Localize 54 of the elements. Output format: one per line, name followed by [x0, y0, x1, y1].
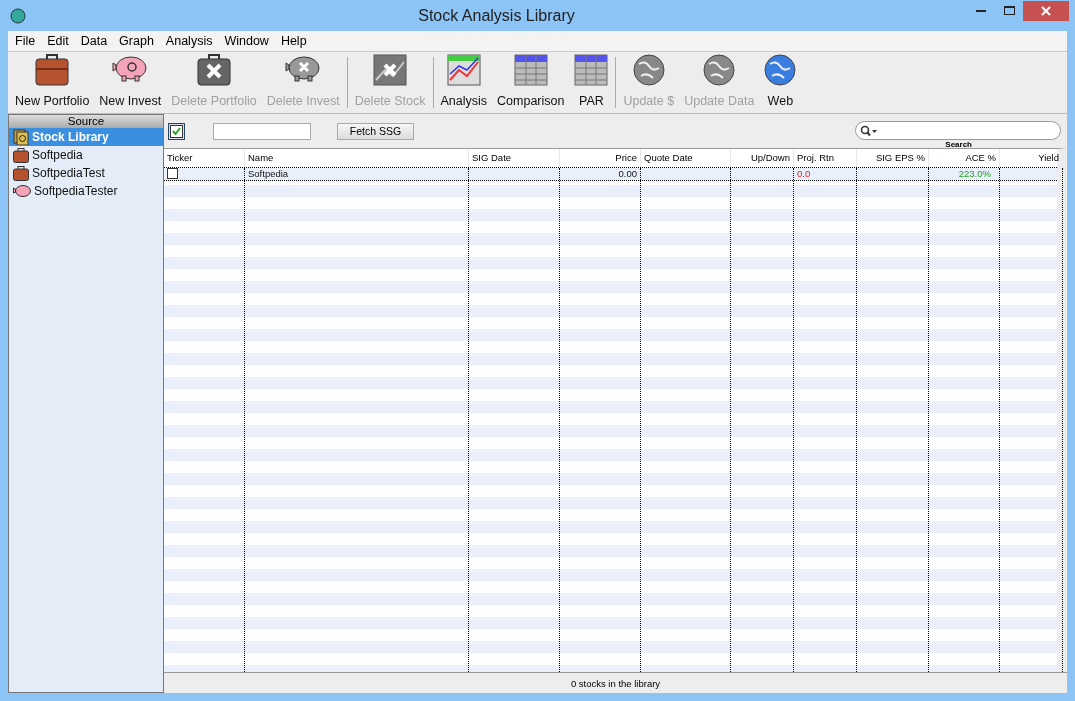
menu-item[interactable]: Edit	[42, 34, 74, 48]
table-cell: 0.0	[794, 168, 857, 180]
column-header[interactable]: Price	[560, 149, 641, 167]
briefcase-icon	[35, 54, 70, 86]
piggy-bank-icon	[285, 54, 322, 82]
column-header[interactable]: Yield	[1000, 149, 1063, 167]
menu-item[interactable]: Help	[275, 34, 312, 48]
toolbar-button[interactable]: Comparison	[492, 54, 570, 108]
briefcase-icon	[13, 147, 29, 163]
search-icon	[860, 124, 878, 137]
menu-item[interactable]: Data	[75, 34, 113, 48]
toolbar-button[interactable]: New Invest	[94, 54, 167, 108]
toolbar-button[interactable]: Web	[759, 54, 802, 108]
maximize-icon	[1003, 6, 1015, 15]
sidebar-header: Source	[9, 115, 163, 128]
x-briefcase-icon	[196, 54, 231, 86]
column-header[interactable]: SIG Date	[469, 149, 560, 167]
sidebar-item[interactable]: SoftpediaTester	[9, 182, 163, 200]
column-header[interactable]: Proj. Rtn	[794, 149, 857, 167]
toolbar-button[interactable]: New Portfolio	[10, 54, 95, 108]
table-cell: 223.0%	[929, 168, 1000, 180]
line-chart-icon	[446, 54, 481, 86]
table-cell: Softpedia	[245, 168, 469, 180]
column-header[interactable]: Quote Date	[641, 149, 731, 167]
filter-checkbox[interactable]	[168, 122, 185, 140]
column-header[interactable]: Up/Down	[731, 149, 794, 167]
column-header[interactable]: SIG EPS %	[857, 149, 929, 167]
search-field[interactable]	[855, 121, 1061, 140]
money-stack-icon	[13, 129, 29, 145]
close-button[interactable]	[1023, 0, 1069, 21]
minimize-icon	[976, 9, 986, 12]
table-cell: 0.00	[560, 168, 641, 180]
menu-item[interactable]: File	[10, 34, 41, 48]
menu-item[interactable]: Window	[219, 34, 274, 48]
column-header[interactable]: Name	[245, 149, 469, 167]
search-label: Search	[945, 140, 972, 149]
column-header[interactable]: Ticker	[164, 149, 245, 167]
sidebar-item[interactable]: SoftpediaTest	[9, 164, 163, 182]
menu-item[interactable]: Analysis	[160, 34, 218, 48]
briefcase-icon	[13, 165, 29, 181]
column-header[interactable]: ACE %	[929, 149, 1000, 167]
window-title: Stock Analysis Library	[417, 6, 576, 25]
sidebar-item[interactable]: Softpedia	[9, 146, 163, 164]
check-icon	[172, 127, 181, 135]
piggy-bank-icon	[112, 54, 149, 82]
x-chart-icon	[373, 54, 408, 86]
input-field[interactable]	[213, 122, 311, 140]
menu-item[interactable]: Graph	[114, 34, 159, 48]
close-icon	[1041, 5, 1051, 16]
fetch-button[interactable]: Fetch SSG	[337, 122, 414, 140]
toolbar-button[interactable]: PAR	[569, 54, 614, 108]
piggy-bank-icon	[13, 184, 31, 198]
toolbar-button[interactable]: Analysis	[435, 54, 493, 108]
row-checkbox[interactable]	[167, 168, 178, 179]
